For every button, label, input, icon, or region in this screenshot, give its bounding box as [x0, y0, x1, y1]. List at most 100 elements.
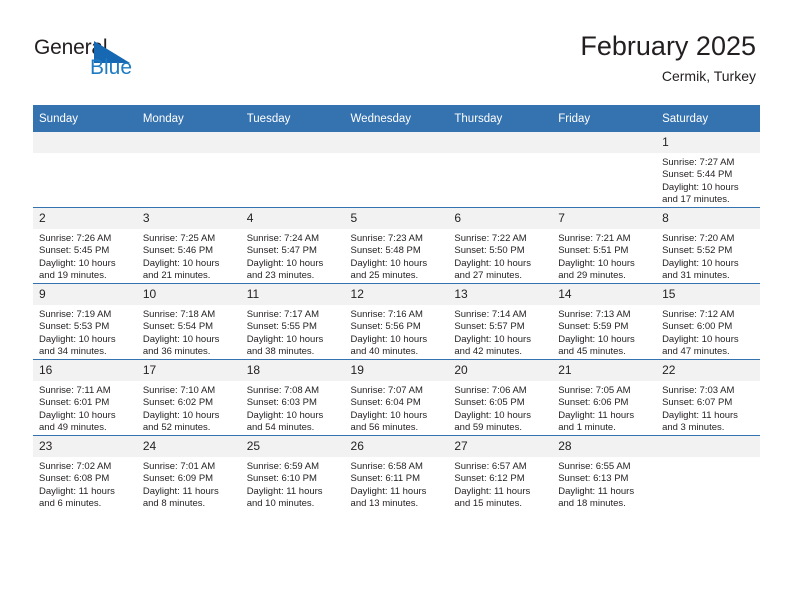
day-number: 13 [448, 284, 553, 305]
sunset-line: Sunset: 5:47 PM [246, 245, 317, 257]
sunset-line: Sunset: 6:12 PM [454, 473, 525, 485]
sunset-line: Sunset: 6:05 PM [454, 397, 525, 409]
day-details: Sunrise: 7:07 AM Sunset: 6:04 PM Daylight:… [345, 381, 449, 435]
sunset-line: Sunset: 5:48 PM [350, 245, 421, 257]
day-number: 22 [656, 360, 760, 381]
day-number: 23 [33, 436, 137, 457]
day-details: Sunrise: 7:26 AM Sunset: 5:45 PM Daylight:… [33, 229, 137, 283]
sunrise-line: Sunrise: 7:27 AM [662, 157, 735, 168]
day-number: 24 [136, 436, 241, 457]
calendar-day-cell-2[interactable]: 2 Sunrise: 7:26 AM Sunset: 5:45 PM Daylight… [33, 207, 137, 284]
calendar-day-cell-9[interactable]: 9 Sunrise: 7:19 AM Sunset: 5:53 PM Daylight… [33, 283, 137, 360]
day-number: 15 [656, 284, 760, 305]
calendar-day-cell-19[interactable]: 19 Sunrise: 7:07 AM Sunset: 6:04 PM Dayligh… [344, 359, 449, 436]
calendar-day-cell-4[interactable]: 4 Sunrise: 7:24 AM Sunset: 5:47 PM Daylight… [240, 207, 345, 284]
calendar-day-cell-1[interactable]: 1 Sunrise: 7:27 AM Sunset: 5:44 PM Daylight… [656, 132, 760, 208]
calendar-day-cell-6[interactable]: 6 Sunrise: 7:22 AM Sunset: 5:50 PM Daylight… [448, 207, 553, 284]
calendar-day-cell-5[interactable]: 5 Sunrise: 7:23 AM Sunset: 5:48 PM Daylight… [344, 207, 449, 284]
calendar-day-cell-25[interactable]: 25 Sunrise: 6:59 AM Sunset: 6:10 PM Dayligh… [240, 435, 345, 511]
daylight-line: Daylight: 11 hours and 3 minutes. [662, 409, 738, 434]
calendar-day-cell-24[interactable]: 24 Sunrise: 7:01 AM Sunset: 6:09 PM Dayligh… [136, 435, 241, 511]
sunset-line: Sunset: 5:56 PM [350, 321, 421, 333]
day-details: Sunrise: 7:20 AM Sunset: 5:52 PM Daylight:… [656, 229, 760, 283]
weekday-header-saturday: Saturday [656, 105, 760, 132]
calendar-day-cell-23[interactable]: 23 Sunrise: 7:02 AM Sunset: 6:08 PM Dayligh… [33, 435, 137, 511]
calendar-day-cell-3[interactable]: 3 Sunrise: 7:25 AM Sunset: 5:46 PM Daylight… [136, 207, 241, 284]
day-number [33, 132, 137, 153]
calendar-day-cell-7[interactable]: 7 Sunrise: 7:21 AM Sunset: 5:51 PM Daylight… [552, 207, 657, 284]
calendar-week-row: 23 Sunrise: 7:02 AM Sunset: 6:08 PM Dayligh… [33, 435, 760, 511]
sunset-line: Sunset: 6:13 PM [558, 473, 629, 485]
day-details: Sunrise: 7:24 AM Sunset: 5:47 PM Daylight:… [241, 229, 345, 283]
day-number: 16 [33, 360, 137, 381]
calendar-day-cell-16[interactable]: 16 Sunrise: 7:11 AM Sunset: 6:01 PM Dayligh… [33, 359, 137, 436]
sunset-line: Sunset: 5:59 PM [558, 321, 629, 333]
sunrise-line: Sunrise: 6:58 AM [350, 461, 423, 472]
sunrise-line: Sunrise: 7:03 AM [662, 385, 735, 396]
weekday-header-wednesday: Wednesday [344, 105, 449, 132]
day-number: 8 [656, 208, 760, 229]
day-number [656, 436, 760, 457]
day-number: 17 [136, 360, 241, 381]
calendar-day-cell-empty [448, 132, 553, 208]
daylight-line: Daylight: 10 hours and 52 minutes. [142, 409, 220, 434]
calendar-page: General Blue February 2025 Cermik, Turke… [0, 0, 792, 612]
day-details: Sunrise: 7:23 AM Sunset: 5:48 PM Daylight:… [345, 229, 449, 283]
day-number: 5 [344, 208, 449, 229]
day-number: 19 [344, 360, 449, 381]
daylight-line: Daylight: 11 hours and 10 minutes. [246, 485, 323, 510]
weekday-headers: Sunday Monday Tuesday Wednesday Thursday Frid… [33, 105, 760, 132]
day-details: Sunrise: 7:08 AM Sunset: 6:03 PM Daylight:… [241, 381, 345, 435]
day-details: Sunrise: 7:18 AM Sunset: 5:54 PM Daylight:… [137, 305, 241, 359]
sunset-line: Sunset: 5:54 PM [142, 321, 214, 333]
general-blue-logo[interactable]: General Blue [34, 36, 164, 86]
calendar-day-cell-27[interactable]: 27 Sunrise: 6:57 AM Sunset: 6:12 PM Dayligh… [448, 435, 553, 511]
calendar-day-cell-17[interactable]: 17 Sunrise: 7:10 AM Sunset: 6:02 PM Dayligh… [136, 359, 241, 436]
calendar-day-cell-empty [240, 132, 345, 208]
calendar-header-row: Sunday Monday Tuesday Wednesday Thursday Frid… [33, 105, 760, 132]
calendar-day-cell-21[interactable]: 21 Sunrise: 7:05 AM Sunset: 6:06 PM Dayligh… [552, 359, 657, 436]
sunrise-line: Sunrise: 7:14 AM [454, 309, 527, 320]
calendar-day-cell-28[interactable]: 28 Sunrise: 6:55 AM Sunset: 6:13 PM Dayligh… [552, 435, 657, 511]
day-details: Sunrise: 6:57 AM Sunset: 6:12 PM Daylight:… [448, 457, 552, 511]
day-number: 27 [448, 436, 553, 457]
daylight-line: Daylight: 10 hours and 49 minutes. [39, 409, 116, 434]
calendar-day-cell-empty [552, 132, 657, 208]
sunset-line: Sunset: 6:02 PM [142, 397, 214, 409]
calendar-day-cell-14[interactable]: 14 Sunrise: 7:13 AM Sunset: 5:59 PM Dayligh… [552, 283, 657, 360]
calendar-day-cell-10[interactable]: 10 Sunrise: 7:18 AM Sunset: 5:54 PM Dayligh… [136, 283, 241, 360]
daylight-line: Daylight: 10 hours and 29 minutes. [558, 257, 635, 282]
sunrise-line: Sunrise: 7:13 AM [558, 309, 631, 320]
sunrise-line: Sunrise: 7:26 AM [39, 233, 112, 244]
calendar-day-cell-18[interactable]: 18 Sunrise: 7:08 AM Sunset: 6:03 PM Dayligh… [240, 359, 345, 436]
calendar-day-cell-12[interactable]: 12 Sunrise: 7:16 AM Sunset: 5:56 PM Dayligh… [344, 283, 449, 360]
calendar-day-cell-20[interactable]: 20 Sunrise: 7:06 AM Sunset: 6:05 PM Dayligh… [448, 359, 553, 436]
calendar-day-cell-11[interactable]: 11 Sunrise: 7:17 AM Sunset: 5:55 PM Dayligh… [240, 283, 345, 360]
day-number: 12 [344, 284, 449, 305]
day-details: Sunrise: 6:59 AM Sunset: 6:10 PM Daylight:… [241, 457, 345, 511]
daylight-line: Daylight: 11 hours and 8 minutes. [142, 485, 219, 510]
calendar-day-cell-8[interactable]: 8 Sunrise: 7:20 AM Sunset: 5:52 PM Daylight… [656, 207, 760, 284]
day-number: 9 [33, 284, 137, 305]
daylight-line: Daylight: 11 hours and 6 minutes. [39, 485, 115, 510]
calendar-week-row: 9 Sunrise: 7:19 AM Sunset: 5:53 PM Daylight… [33, 283, 760, 360]
calendar-day-cell-22[interactable]: 22 Sunrise: 7:03 AM Sunset: 6:07 PM Dayligh… [656, 359, 760, 436]
sunrise-line: Sunrise: 7:02 AM [39, 461, 112, 472]
day-number: 26 [344, 436, 449, 457]
calendar-day-cell-15[interactable]: 15 Sunrise: 7:12 AM Sunset: 6:00 PM Dayligh… [656, 283, 760, 360]
calendar-day-cell-26[interactable]: 26 Sunrise: 6:58 AM Sunset: 6:11 PM Dayligh… [344, 435, 449, 511]
day-details: Sunrise: 7:25 AM Sunset: 5:46 PM Daylight:… [137, 229, 241, 283]
sunrise-line: Sunrise: 7:16 AM [350, 309, 423, 320]
daylight-line: Daylight: 10 hours and 42 minutes. [454, 333, 531, 358]
calendar-body: 1 Sunrise: 7:27 AM Sunset: 5:44 PM Daylight… [33, 132, 760, 511]
sunset-line: Sunset: 6:00 PM [662, 321, 733, 333]
daylight-line: Daylight: 10 hours and 34 minutes. [39, 333, 116, 358]
sunset-line: Sunset: 6:07 PM [662, 397, 733, 409]
day-details: Sunrise: 6:55 AM Sunset: 6:13 PM Daylight:… [552, 457, 656, 511]
page-header: General Blue February 2025 Cermik, Turke… [0, 0, 792, 100]
calendar-day-cell-empty [656, 435, 760, 511]
day-details: Sunrise: 7:19 AM Sunset: 5:53 PM Daylight:… [33, 305, 137, 359]
daylight-line: Daylight: 10 hours and 31 minutes. [662, 257, 739, 282]
day-number: 6 [448, 208, 553, 229]
calendar-day-cell-13[interactable]: 13 Sunrise: 7:14 AM Sunset: 5:57 PM Dayligh… [448, 283, 553, 360]
